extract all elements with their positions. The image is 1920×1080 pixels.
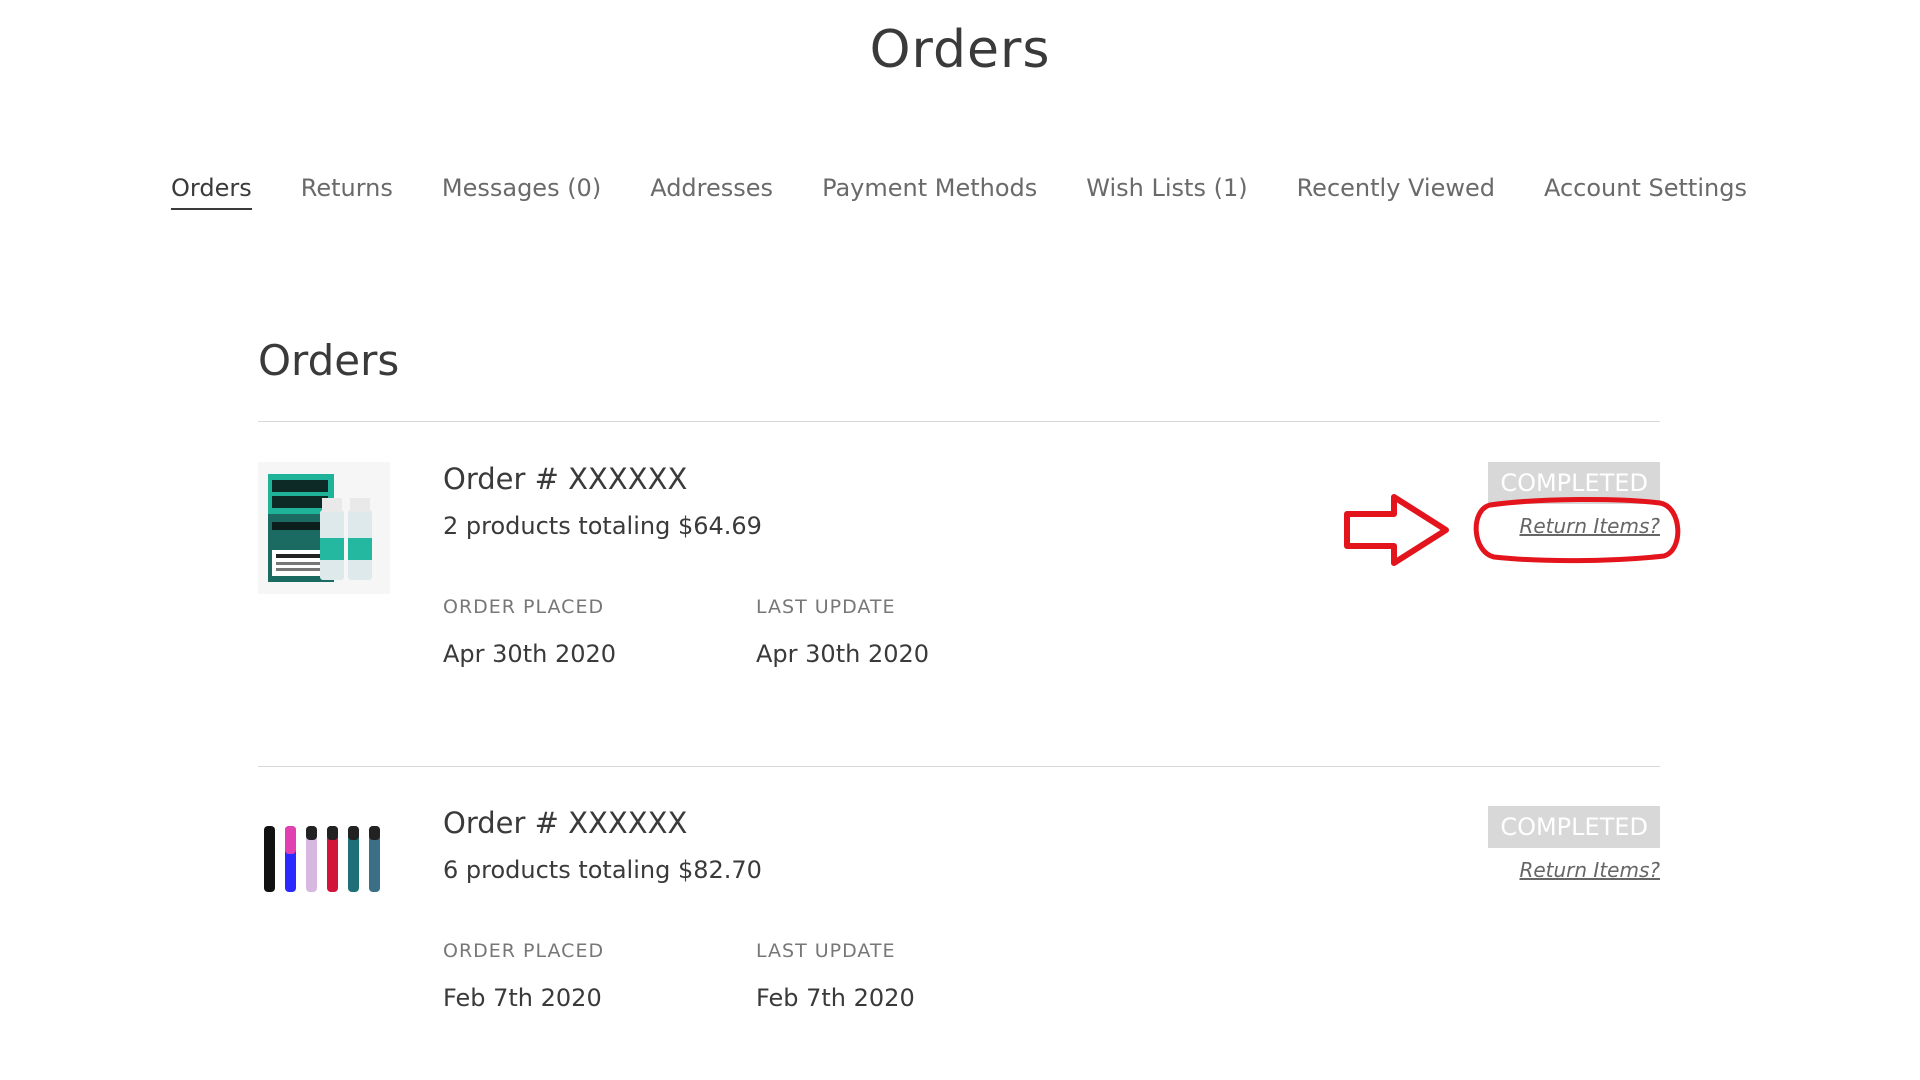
product-thumbnail[interactable] — [258, 462, 390, 594]
order-placed-label: ORDER PLACED — [443, 940, 605, 962]
orders-section-title: Orders — [258, 336, 400, 385]
order-card: Order # XXXXXX 2 products totaling $64.6… — [258, 462, 1660, 762]
nav-wish-lists[interactable]: Wish Lists (1) — [1086, 174, 1247, 210]
nav-orders[interactable]: Orders — [171, 174, 252, 210]
product-thumbnail[interactable] — [258, 806, 390, 938]
orders-page: Orders Orders Returns Messages (0) Addre… — [0, 0, 1920, 1080]
divider — [258, 421, 1660, 422]
last-update-label: LAST UPDATE — [756, 940, 896, 962]
divider — [258, 766, 1660, 767]
nav-returns[interactable]: Returns — [301, 174, 393, 210]
nav-recently-viewed[interactable]: Recently Viewed — [1297, 174, 1495, 210]
page-title: Orders — [869, 20, 1051, 80]
nav-messages[interactable]: Messages (0) — [442, 174, 601, 210]
account-nav: Orders Returns Messages (0) Addresses Pa… — [171, 174, 1747, 210]
eliquid-box-image — [258, 462, 390, 594]
nav-addresses[interactable]: Addresses — [650, 174, 773, 210]
status-badge: COMPLETED — [1488, 462, 1660, 504]
nav-account-settings[interactable]: Account Settings — [1544, 174, 1747, 210]
order-summary: 6 products totaling $82.70 — [443, 856, 762, 884]
last-update-date: Apr 30th 2020 — [756, 640, 930, 668]
order-placed-date: Apr 30th 2020 — [443, 640, 617, 668]
order-summary: 2 products totaling $64.69 — [443, 512, 762, 540]
order-placed-label: ORDER PLACED — [443, 596, 605, 618]
order-number[interactable]: Order # XXXXXX — [443, 806, 687, 840]
vape-pens-image — [258, 806, 390, 938]
order-number[interactable]: Order # XXXXXX — [443, 462, 687, 496]
return-items-link[interactable]: Return Items? — [1519, 514, 1660, 538]
nav-payment-methods[interactable]: Payment Methods — [822, 174, 1037, 210]
order-card: Order # XXXXXX 6 products totaling $82.7… — [258, 806, 1660, 1080]
return-items-link[interactable]: Return Items? — [1519, 858, 1660, 882]
last-update-date: Feb 7th 2020 — [756, 984, 915, 1012]
last-update-label: LAST UPDATE — [756, 596, 896, 618]
status-badge: COMPLETED — [1488, 806, 1660, 848]
order-placed-date: Feb 7th 2020 — [443, 984, 602, 1012]
